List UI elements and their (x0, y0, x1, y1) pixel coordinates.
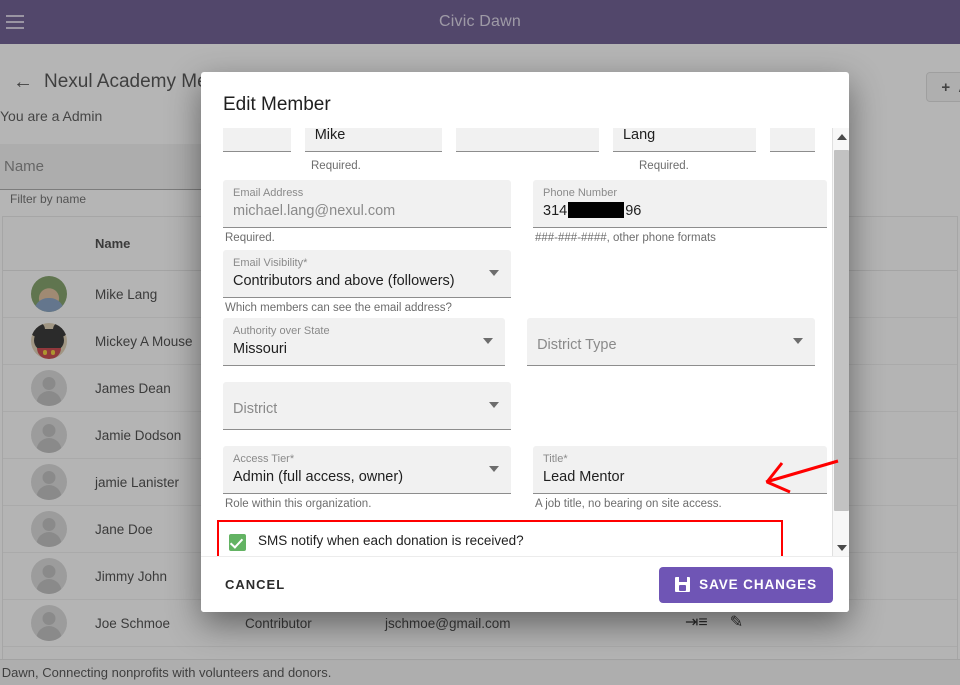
email-visibility-select[interactable]: Email Visibility* Contributors and above… (223, 250, 511, 298)
access-tier-select[interactable]: Access Tier* Admin (full access, owner) (223, 446, 511, 494)
email-visibility-hint: Which members can see the email address? (225, 302, 452, 314)
phone-number-field[interactable]: Phone Number 314 96 (533, 180, 827, 228)
screen-root: Civic Dawn ← Nexul Academy Members + Add… (0, 0, 960, 685)
first-name-value: Mike (314, 128, 346, 143)
chevron-down-icon (489, 270, 499, 276)
sms-donation-sub: message and data rates may apply for not… (258, 552, 768, 556)
save-changes-button[interactable]: SAVE CHANGES (659, 566, 833, 603)
email-address-hint: Required. (225, 232, 275, 244)
email-address-value: michael.lang@nexul.com (233, 203, 396, 219)
chevron-down-icon (793, 338, 803, 344)
district-placeholder: District (233, 400, 278, 417)
save-disk-icon (675, 577, 691, 592)
phone-redaction-bar (568, 202, 625, 218)
job-title-value: Lead Mentor (543, 469, 625, 485)
save-changes-label: SAVE CHANGES (699, 577, 817, 592)
last-name-hint: Required. (639, 160, 689, 172)
dialog-title: Edit Member (223, 94, 331, 115)
first-name-field[interactable]: Mike (304, 128, 442, 152)
middle-name-field[interactable] (456, 128, 599, 152)
sms-options-box: SMS notify when each donation is receive… (217, 520, 783, 556)
phone-prefix: 314 (543, 203, 568, 219)
authority-state-value: Missouri (233, 341, 287, 357)
phone-number-label: Phone Number (543, 187, 617, 199)
truncated-hints: Required. Required. (223, 156, 815, 172)
truncated-name-fields: Mike Lang (223, 128, 816, 152)
email-address-label: Email Address (233, 187, 304, 199)
cancel-button[interactable]: CANCEL (219, 576, 291, 593)
edit-member-dialog: Edit Member Mike Lang Required. Required… (201, 72, 849, 612)
email-address-field[interactable]: Email Address michael.lang@nexul.com (223, 180, 511, 228)
phone-number-hint: ###-###-####, other phone formats (535, 232, 716, 244)
scrollbar-thumb[interactable] (834, 150, 849, 511)
district-select[interactable]: District (223, 382, 511, 430)
access-tier-value: Admin (full access, owner) (233, 469, 404, 485)
access-tier-hint: Role within this organization. (225, 498, 372, 510)
scroll-up-arrow-icon[interactable] (833, 128, 849, 145)
checkbox-checked-icon[interactable] (229, 534, 246, 551)
phone-suffix: 96 (625, 203, 642, 219)
sms-donation-label: SMS notify when each donation is receive… (258, 533, 524, 548)
phone-number-value: 314 96 (543, 200, 817, 222)
job-title-label: Title* (543, 453, 568, 465)
sms-donation-option[interactable]: SMS notify when each donation is receive… (229, 532, 771, 556)
chevron-down-icon (483, 338, 494, 344)
authority-state-label: Authority over State (233, 325, 330, 337)
authority-state-select[interactable]: Authority over State Missouri (223, 318, 506, 366)
chevron-down-icon (489, 466, 499, 472)
dialog-scrollbar[interactable] (832, 128, 849, 556)
access-tier-label: Access Tier* (233, 453, 295, 465)
last-name-field[interactable]: Lang (612, 128, 756, 152)
prefix-field[interactable] (223, 128, 291, 152)
dialog-body: Mike Lang Required. Required. Email Addr… (201, 128, 849, 556)
job-title-field[interactable]: Title* Lead Mentor (533, 446, 827, 494)
chevron-down-icon (489, 402, 499, 408)
district-type-select[interactable]: District Type (527, 318, 815, 366)
email-visibility-label: Email Visibility* (233, 257, 308, 269)
first-name-hint: Required. (311, 160, 361, 172)
dialog-footer: CANCEL SAVE CHANGES (201, 556, 849, 612)
job-title-hint: A job title, no bearing on site access. (535, 498, 722, 510)
last-name-value: Lang (622, 128, 656, 143)
suffix-field[interactable] (769, 128, 816, 152)
district-type-placeholder: District Type (537, 336, 617, 353)
email-visibility-value: Contributors and above (followers) (233, 273, 455, 289)
scroll-down-arrow-icon[interactable] (833, 539, 849, 556)
